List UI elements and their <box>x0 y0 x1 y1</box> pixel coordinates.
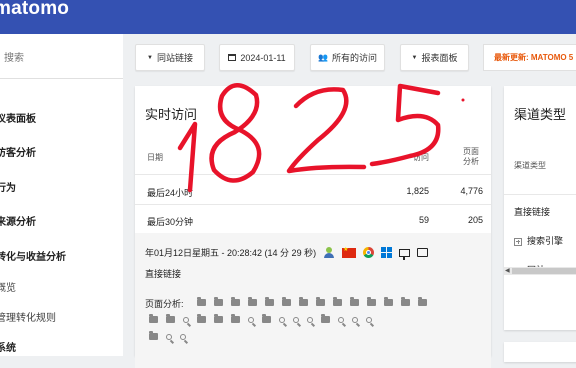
folder-icon[interactable] <box>197 297 206 306</box>
folder-icon[interactable] <box>214 297 223 306</box>
search-icon[interactable] <box>166 333 172 340</box>
horizontal-scrollbar[interactable]: ◀ <box>504 267 576 275</box>
visitor-profile-icon[interactable] <box>323 247 335 258</box>
sidebar-item-dashboard[interactable]: 仪表面板 <box>0 110 36 125</box>
row-pageviews: 4,776 <box>460 186 483 196</box>
expand-icon[interactable] <box>514 237 522 246</box>
row-divider <box>135 204 491 205</box>
visit-actions-row-1 <box>197 297 427 306</box>
folder-icon[interactable] <box>248 297 257 306</box>
folder-icon[interactable] <box>316 297 325 306</box>
visit-actions-row-3 <box>149 331 186 340</box>
segment-label: 同站链接 <box>156 53 193 63</box>
realtime-title: 实时访问 <box>145 107 198 122</box>
folder-icon[interactable] <box>214 314 223 323</box>
sidebar-item-manage-goals[interactable]: 管理转化规则 <box>0 309 56 324</box>
sidebar-item-visitors[interactable]: 访客分析 <box>0 144 36 159</box>
scroll-left-icon[interactable]: ◀ <box>505 267 510 274</box>
visit-actions-label: 页面分析: <box>145 299 184 309</box>
sidebar-item-system[interactable]: 系统 <box>0 339 16 354</box>
matomo-logo[interactable]: matomo <box>0 0 69 20</box>
folder-icon[interactable] <box>418 297 427 306</box>
row-divider <box>504 194 576 195</box>
search-icon[interactable] <box>366 316 372 323</box>
visits-selector-button[interactable]: 👥 所有的访问 <box>310 44 385 71</box>
date-selector-button[interactable]: 2024-01-11 <box>219 44 295 71</box>
channel-type-widget: 渠道类型 渠道类型 直接链接 搜索引擎 网站 ◀ <box>504 86 576 330</box>
search-icon[interactable] <box>180 333 186 340</box>
folder-icon[interactable] <box>282 297 291 306</box>
dashboard-selector-button[interactable]: ▼ 报表面板 <box>400 44 469 71</box>
row-divider <box>135 174 491 175</box>
channel-title: 渠道类型 <box>514 107 567 122</box>
sidebar-item-acquisition[interactable]: 来源分析 <box>0 213 36 228</box>
folder-icon[interactable] <box>231 314 240 323</box>
sidebar-item-goals[interactable]: 转化与收益分析 <box>0 248 66 263</box>
top-bar: matomo <box>0 0 576 34</box>
channel-row[interactable]: 搜索引擎 <box>514 234 563 247</box>
folder-icon[interactable] <box>350 297 359 306</box>
search-icon[interactable] <box>352 316 358 323</box>
sidebar-item-overview[interactable]: 概览 <box>0 279 16 294</box>
column-pageviews: 页面 分析 <box>463 147 479 166</box>
folder-icon[interactable] <box>333 297 342 306</box>
folder-icon[interactable] <box>166 314 175 323</box>
column-date: 日期 <box>147 153 163 162</box>
folder-icon[interactable] <box>367 297 376 306</box>
sidebar: 仪表面板 访客分析 行为 来源分析 转化与收益分析 概览 管理转化规则 系统 <box>0 34 123 356</box>
visit-actions-row-2 <box>149 314 372 323</box>
desktop-icon <box>399 248 411 260</box>
search-input[interactable] <box>0 43 123 73</box>
visit-log-entry: 年01月12日星期五 - 20:28:42 (14 分 29 秒) 直接链接 页… <box>135 233 491 368</box>
folder-icon[interactable] <box>231 297 240 306</box>
next-widget <box>504 342 576 362</box>
search-icon[interactable] <box>248 316 254 323</box>
dashboard-label: 报表面板 <box>421 53 458 63</box>
folder-icon[interactable] <box>197 314 206 323</box>
row-visits: 1,825 <box>406 186 429 196</box>
folder-icon[interactable] <box>321 314 330 323</box>
search-icon[interactable] <box>293 316 299 323</box>
search-icon[interactable] <box>307 316 313 323</box>
channel-column-label: 渠道类型 <box>514 161 546 170</box>
row-pageviews: 205 <box>467 215 483 225</box>
windows-icon <box>381 247 393 258</box>
folder-icon[interactable] <box>262 314 271 323</box>
sidebar-divider <box>0 78 123 79</box>
column-visits: 访问 <box>413 153 429 162</box>
folder-icon[interactable] <box>149 314 158 323</box>
segment-selector-button[interactable]: ▼ 同站链接 <box>135 44 205 71</box>
folder-icon[interactable] <box>299 297 308 306</box>
users-icon: 👥 <box>318 53 328 62</box>
search-icon[interactable] <box>279 316 285 323</box>
news-banner[interactable]: 最新更新: MATOMO 5 <box>483 44 576 71</box>
folder-icon[interactable] <box>149 331 158 340</box>
folder-icon[interactable] <box>401 297 410 306</box>
channel-row[interactable]: 直接链接 <box>514 205 550 218</box>
visit-datetime: 年01月12日星期五 - 20:28:42 (14 分 29 秒) <box>145 248 317 258</box>
row-label: 最后24小时 <box>147 188 194 198</box>
realtime-widget: 实时访问 日期 访问 页面 分析 最后24小时 1,825 4,776 最后30… <box>135 86 491 368</box>
caret-down-icon: ▼ <box>147 54 153 61</box>
chrome-icon <box>363 247 375 258</box>
caret-down-icon: ▼ <box>411 54 418 61</box>
calendar-icon <box>228 54 237 61</box>
row-label: 最后30分钟 <box>147 217 194 227</box>
visit-referrer: 直接链接 <box>145 269 182 279</box>
row-visits: 59 <box>418 215 429 225</box>
visits-label: 所有的访问 <box>331 53 377 63</box>
search-icon[interactable] <box>338 316 344 323</box>
folder-icon[interactable] <box>384 297 393 306</box>
sidebar-item-behaviour[interactable]: 行为 <box>0 179 16 194</box>
date-label: 2024-01-11 <box>240 52 286 63</box>
visitor-card-icon[interactable] <box>417 248 429 257</box>
search-icon[interactable] <box>183 316 189 323</box>
china-flag-icon <box>342 246 357 258</box>
folder-icon[interactable] <box>265 297 274 306</box>
